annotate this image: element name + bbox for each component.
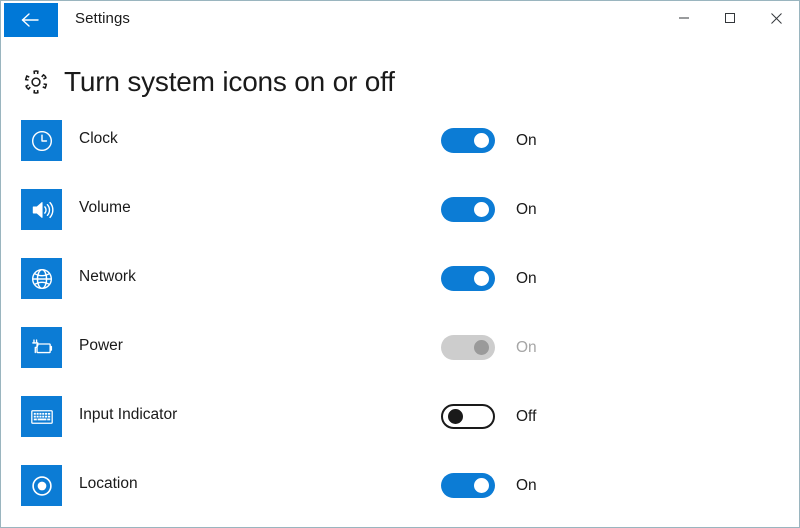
row-label: Location <box>79 475 138 492</box>
toggle-clock[interactable] <box>441 128 495 153</box>
clock-icon <box>21 120 62 161</box>
toggle-knob <box>474 202 489 217</box>
table-row: Clock On <box>21 120 799 189</box>
toggle-state-label: On <box>516 338 537 356</box>
row-label: Input Indicator <box>79 406 178 423</box>
row-label: Power <box>79 337 123 354</box>
table-row: Network On <box>21 258 799 327</box>
page-header: Turn system icons on or off <box>1 59 799 105</box>
toggle-state-label: On <box>516 476 537 494</box>
row-label: Clock <box>79 130 118 147</box>
minimize-button[interactable] <box>661 1 707 35</box>
maximize-icon <box>724 12 736 24</box>
settings-window: Settings Turn system icons on or off Clo… <box>0 0 800 528</box>
back-arrow-icon <box>19 11 43 29</box>
toggle-state-label: Off <box>516 407 537 425</box>
table-row: Power On <box>21 327 799 396</box>
page-title: Turn system icons on or off <box>64 66 395 97</box>
battery-icon <box>21 327 62 368</box>
location-icon <box>21 465 62 506</box>
toggle-group-power: On <box>441 335 537 360</box>
toggle-knob <box>448 409 463 424</box>
toggle-group-location: On <box>441 473 537 498</box>
toggle-group-clock: On <box>441 128 537 153</box>
toggle-state-label: On <box>516 200 537 218</box>
row-label: Network <box>79 268 136 285</box>
toggle-group-input-indicator: Off <box>441 404 536 429</box>
close-icon <box>770 12 783 25</box>
toggle-group-volume: On <box>441 197 537 222</box>
maximize-button[interactable] <box>707 1 753 35</box>
keyboard-icon <box>21 396 62 437</box>
table-row: Location On <box>21 465 799 527</box>
toggle-group-network: On <box>441 266 537 291</box>
window-controls <box>661 1 799 35</box>
toggle-location[interactable] <box>441 473 495 498</box>
speaker-icon <box>21 189 62 230</box>
toggle-knob <box>474 340 489 355</box>
toggle-input-indicator[interactable] <box>441 404 495 429</box>
toggle-network[interactable] <box>441 266 495 291</box>
row-label: Volume <box>79 199 131 216</box>
gear-icon <box>19 65 53 99</box>
toggle-knob <box>474 271 489 286</box>
table-row: Volume On <box>21 189 799 258</box>
title-bar: Settings <box>1 1 799 41</box>
window-title: Settings <box>75 10 130 27</box>
toggle-knob <box>474 133 489 148</box>
toggle-volume[interactable] <box>441 197 495 222</box>
close-button[interactable] <box>753 1 799 35</box>
system-icons-list: Clock On Volume On Network On Power On I… <box>1 120 799 527</box>
back-button[interactable] <box>4 3 58 37</box>
globe-icon <box>21 258 62 299</box>
toggle-knob <box>474 478 489 493</box>
toggle-state-label: On <box>516 269 537 287</box>
toggle-power <box>441 335 495 360</box>
table-row: Input Indicator Off <box>21 396 799 465</box>
toggle-state-label: On <box>516 131 537 149</box>
minimize-icon <box>678 12 690 24</box>
